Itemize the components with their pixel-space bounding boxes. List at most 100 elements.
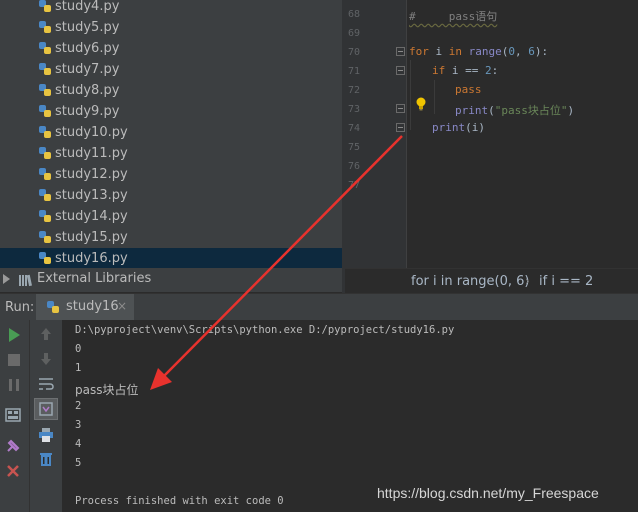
line-number: 69 bbox=[348, 28, 361, 39]
watermark-text: https://blog.csdn.net/my_Freespace bbox=[377, 485, 599, 501]
tree-file-study11-py[interactable]: study11.py bbox=[0, 143, 342, 164]
console-line: 1 bbox=[75, 362, 82, 374]
line-number: 70 bbox=[348, 47, 361, 58]
tree-file-label: study9.py bbox=[55, 104, 120, 119]
indent-guide bbox=[434, 80, 435, 114]
tree-file-study16-py[interactable]: study16.py bbox=[0, 248, 342, 268]
run-tool-window-header: Run: study16 × bbox=[0, 293, 638, 320]
number-literal: 0 bbox=[508, 45, 515, 58]
run-tab-label: study16 bbox=[66, 299, 119, 314]
tree-file-label: study11.py bbox=[55, 146, 128, 161]
code-punct: ( bbox=[488, 104, 495, 117]
number-literal: 6 bbox=[528, 45, 535, 58]
breadcrumb-item-for[interactable]: for i in range(0, 6) bbox=[411, 274, 530, 289]
fold-marker-print[interactable] bbox=[396, 104, 405, 113]
code-editor[interactable] bbox=[407, 0, 638, 268]
run-icon[interactable] bbox=[6, 327, 22, 343]
python-file-icon bbox=[39, 147, 51, 159]
console-line: D:\pyproject\venv\Scripts\python.exe D:/… bbox=[75, 324, 455, 336]
fold-marker-end[interactable] bbox=[396, 123, 405, 132]
bulb-icon[interactable] bbox=[415, 97, 427, 111]
tree-file-label: study14.py bbox=[55, 209, 128, 224]
code-line-71: if i == 2: bbox=[432, 64, 498, 77]
tree-file-label: study6.py bbox=[55, 41, 120, 56]
soft-wrap-icon[interactable] bbox=[38, 376, 54, 392]
tree-file-study15-py[interactable]: study15.py bbox=[0, 227, 342, 248]
keyword-if: if bbox=[432, 64, 446, 77]
layout-icon[interactable] bbox=[5, 407, 21, 423]
code-var: i bbox=[428, 45, 449, 58]
run-tab-study16[interactable]: study16 × bbox=[36, 294, 134, 320]
scroll-to-end-toggle[interactable] bbox=[34, 398, 58, 420]
tree-file-study9-py[interactable]: study9.py bbox=[0, 101, 342, 122]
keyword-in: in bbox=[448, 45, 462, 58]
tree-file-study4-py[interactable]: study4.py bbox=[0, 0, 342, 17]
stop-icon[interactable] bbox=[6, 352, 22, 368]
tree-file-study8-py[interactable]: study8.py bbox=[0, 80, 342, 101]
run-console-output[interactable]: D:\pyproject\venv\Scripts\python.exe D:/… bbox=[62, 320, 638, 512]
breadcrumb-separator: › bbox=[525, 274, 530, 288]
python-file-icon bbox=[47, 301, 59, 313]
tree-file-study6-py[interactable]: study6.py bbox=[0, 38, 342, 59]
code-line-68: # pass语句 bbox=[409, 10, 498, 23]
up-arrow-icon[interactable] bbox=[38, 326, 54, 342]
expand-arrow-icon[interactable] bbox=[3, 274, 10, 284]
tree-file-label: study4.py bbox=[55, 0, 120, 14]
editor-breadcrumb: for i in range(0, 6) › if i == 2 bbox=[345, 268, 638, 294]
editor-gutter bbox=[345, 0, 407, 268]
run-toolbar-secondary bbox=[29, 320, 62, 512]
tree-file-label: study5.py bbox=[55, 20, 120, 35]
close-icon[interactable]: × bbox=[117, 299, 127, 313]
tree-file-label: study13.py bbox=[55, 188, 128, 203]
fold-marker-for[interactable] bbox=[396, 47, 405, 56]
tree-file-study7-py[interactable]: study7.py bbox=[0, 59, 342, 80]
library-icon bbox=[19, 274, 32, 287]
code-line-72: pass bbox=[455, 83, 482, 96]
string-literal: "pass块占位" bbox=[494, 104, 568, 117]
tree-file-study10-py[interactable]: study10.py bbox=[0, 122, 342, 143]
python-file-icon bbox=[39, 0, 51, 12]
console-line: 3 bbox=[75, 419, 82, 431]
fold-marker-if[interactable] bbox=[396, 66, 405, 75]
keyword-for: for bbox=[409, 45, 429, 58]
builtin-range: range bbox=[462, 45, 502, 58]
number-literal: 2 bbox=[485, 64, 492, 77]
python-file-icon bbox=[39, 105, 51, 117]
close-icon[interactable] bbox=[5, 463, 21, 479]
python-file-icon bbox=[39, 252, 51, 264]
console-line: Process finished with exit code 0 bbox=[75, 495, 284, 507]
tree-file-label: study12.py bbox=[55, 167, 128, 182]
tree-file-study13-py[interactable]: study13.py bbox=[0, 185, 342, 206]
tree-file-study12-py[interactable]: study12.py bbox=[0, 164, 342, 185]
code-punct: , bbox=[515, 45, 529, 58]
run-toolbar-primary bbox=[0, 320, 29, 512]
tree-file-study14-py[interactable]: study14.py bbox=[0, 206, 342, 227]
down-arrow-icon[interactable] bbox=[38, 351, 54, 367]
python-file-icon bbox=[39, 231, 51, 243]
code-punct: ): bbox=[534, 45, 549, 58]
tree-file-label: study8.py bbox=[55, 83, 120, 98]
print-icon[interactable] bbox=[38, 427, 54, 443]
external-libraries-node[interactable]: External Libraries bbox=[0, 268, 342, 292]
tree-file-study5-py[interactable]: study5.py bbox=[0, 17, 342, 38]
indent-guide bbox=[410, 60, 411, 130]
project-tree: study4.py study5.py study6.py study7.py stud… bbox=[0, 0, 342, 268]
python-file-icon bbox=[39, 189, 51, 201]
pause-icon[interactable] bbox=[6, 377, 22, 393]
trash-icon[interactable] bbox=[38, 451, 54, 467]
line-number: 74 bbox=[348, 123, 361, 134]
python-file-icon bbox=[39, 210, 51, 222]
console-line: 4 bbox=[75, 438, 82, 450]
console-line: 0 bbox=[75, 343, 82, 355]
python-file-icon bbox=[39, 42, 51, 54]
console-line: pass块占位 bbox=[75, 383, 139, 397]
breadcrumb-item-if[interactable]: if i == 2 bbox=[539, 274, 593, 289]
code-punct: ) bbox=[567, 104, 575, 117]
line-number: 71 bbox=[348, 66, 361, 77]
line-number: 76 bbox=[348, 161, 361, 172]
line-number: 72 bbox=[348, 85, 361, 96]
python-file-icon bbox=[39, 21, 51, 33]
tree-file-label: study15.py bbox=[55, 230, 128, 245]
code-args: (i) bbox=[465, 121, 485, 134]
pin-icon[interactable] bbox=[5, 438, 21, 454]
